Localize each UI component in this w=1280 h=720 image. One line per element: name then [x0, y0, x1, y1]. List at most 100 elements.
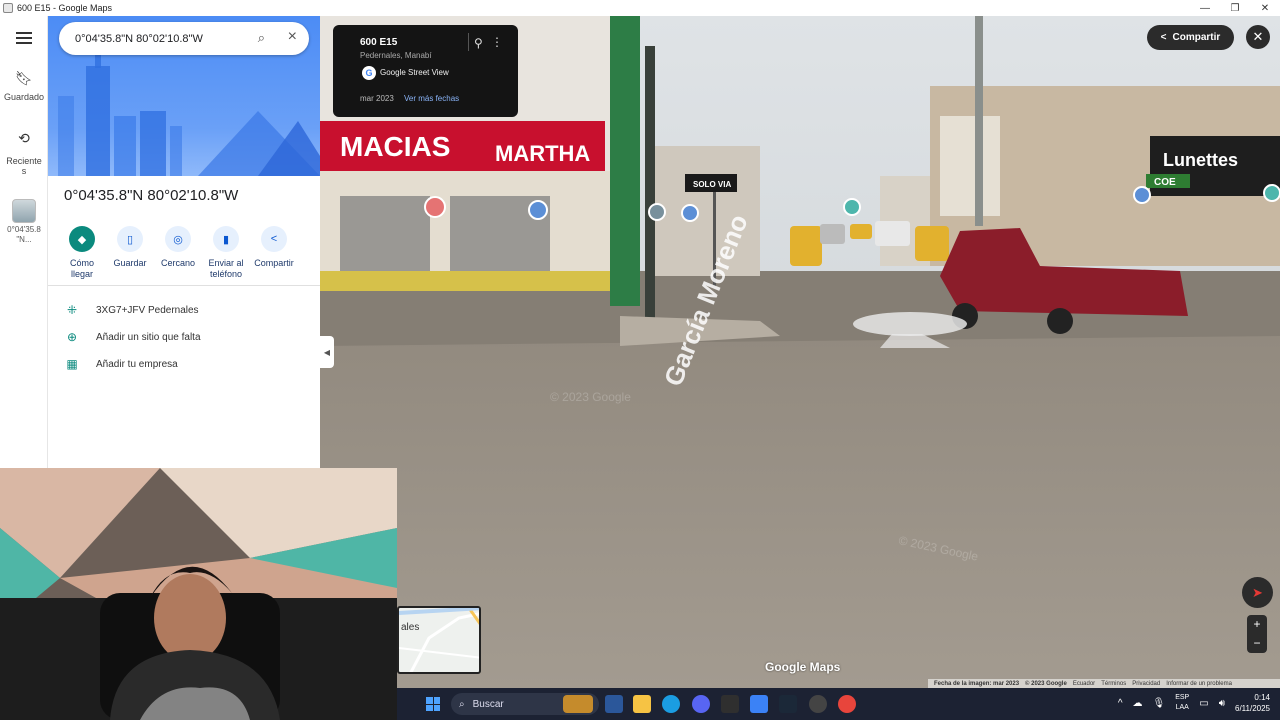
discord-icon[interactable] — [692, 695, 710, 713]
recent-place-label: 0°04'35.8 "N... — [7, 225, 41, 244]
obs-icon[interactable] — [809, 695, 827, 713]
epic-games-icon[interactable] — [721, 695, 739, 713]
language-indicator[interactable]: ESP LAA — [1175, 693, 1189, 713]
close-window-button[interactable]: ✕ — [1250, 0, 1280, 16]
send-to-phone-label: Enviar al teléfono — [208, 258, 244, 279]
keyboard-layout: LAA — [1175, 704, 1189, 711]
location-pin-icon[interactable]: ⚲ — [474, 36, 483, 50]
bookmark-icon: 🔖︎ — [15, 70, 33, 86]
see-more-dates-link[interactable]: Ver más fechas — [404, 94, 459, 103]
plus-code-row[interactable]: ⁜ 3XG7+JFV Pedernales — [64, 303, 199, 317]
clock[interactable]: 0:14 6/11/2025 — [1235, 692, 1270, 714]
one-way-sign: SOLO VIA — [693, 180, 731, 189]
clock-time: 0:14 — [1254, 693, 1270, 702]
zoom-out-button[interactable]: − — [1247, 634, 1267, 653]
compass-icon[interactable]: ➤ — [1242, 577, 1273, 608]
app-icon[interactable] — [750, 695, 768, 713]
plus-code-icon: ⁜ — [66, 303, 78, 317]
add-missing-place-row[interactable]: ⊕ Añadir un sitio que falta — [64, 330, 201, 344]
chevron-up-icon[interactable]: ^ — [1118, 698, 1123, 709]
nearby-label: Cercano — [160, 258, 196, 268]
rail-recent-label: Reciente s — [6, 156, 42, 176]
add-business-icon: ▦ — [66, 357, 78, 371]
app-icon — [3, 3, 13, 13]
rail-saved-button[interactable]: 🔖︎ Guardado — [0, 70, 48, 102]
shop-sign-martha: MARTHA — [495, 141, 590, 166]
place-panel: 0°04'35.8"N 80°02'10.8"W ⌕ × 0°04'35.8"N… — [48, 16, 320, 468]
nearby-button[interactable]: ◎ Cercano — [154, 224, 202, 280]
network-icon[interactable]: ▭ — [1199, 698, 1208, 709]
sv-subtitle: Pedernales, Manabí — [360, 51, 432, 60]
history-icon: ⟲ — [18, 130, 30, 146]
rail-saved-label: Guardado — [3, 92, 45, 102]
sv-date: mar 2023 — [360, 94, 394, 103]
search-highlight-icon — [563, 695, 593, 713]
steam-icon[interactable] — [779, 695, 797, 713]
webcam-video — [0, 468, 397, 720]
language-code: ESP — [1175, 694, 1190, 701]
close-street-view-icon[interactable]: ✕ — [1246, 25, 1270, 49]
chrome-icon[interactable] — [838, 695, 856, 713]
nearby-icon: ◎ — [165, 226, 191, 252]
minimap-roads — [399, 608, 479, 672]
zoom-in-button[interactable]: + — [1247, 615, 1267, 634]
os-taskbar: ⌕ Buscar ^ ☁ 🎙︎ ESP LAA ▭ 🔊︎ 0:14 6/11/2… — [397, 688, 1280, 720]
search-input[interactable]: 0°04'35.8"N 80°02'10.8"W — [75, 33, 203, 45]
privacy-link[interactable]: Privacidad — [1132, 681, 1160, 687]
save-button[interactable]: ▯ Guardar — [106, 224, 154, 280]
sv-title: 600 E15 — [360, 37, 398, 48]
recent-place-thumbnail[interactable] — [12, 199, 36, 223]
edge-icon[interactable] — [662, 695, 680, 713]
share-place-label: Compartir — [254, 258, 294, 268]
share-button[interactable]: < Compartir — [1147, 25, 1234, 50]
zoom-control: + − — [1247, 615, 1267, 653]
window-controls: — ❐ ✕ — [1190, 0, 1280, 16]
taskbar-search-placeholder: Buscar — [472, 698, 504, 710]
report-problem-link[interactable]: Informar de un problema — [1166, 681, 1232, 687]
phone-icon: ▮ — [213, 226, 239, 252]
add-place-icon: ⊕ — [66, 330, 78, 344]
nav-rail: 🔖︎ Guardado ⟲ Reciente s 0°04'35.8 "N... — [0, 16, 48, 468]
directions-label: Cómo llegar — [69, 258, 94, 279]
word-icon[interactable] — [605, 695, 623, 713]
terms-link[interactable]: Términos — [1101, 681, 1126, 687]
menu-icon[interactable] — [16, 32, 32, 44]
copyright: © 2023 Google — [1025, 680, 1067, 687]
shop-sign-lunettes: Lunettes — [1163, 150, 1238, 170]
share-place-button[interactable]: < Compartir — [250, 224, 298, 280]
window-title: 600 E15 - Google Maps — [17, 3, 113, 13]
search-icon: ⌕ — [459, 698, 465, 710]
divider — [48, 285, 320, 286]
collapse-panel-button[interactable]: ◀ — [320, 336, 334, 368]
bookmark-icon: ▯ — [117, 226, 143, 252]
add-business-row[interactable]: ▦ Añadir tu empresa — [64, 357, 177, 371]
save-label: Guardar — [113, 258, 147, 268]
directions-button[interactable]: ◆ Cómo llegar — [58, 224, 106, 280]
minimap[interactable]: ales — [397, 606, 481, 674]
clear-search-icon[interactable]: × — [288, 28, 297, 46]
rail-recent-button[interactable]: ⟲ Reciente s — [0, 123, 48, 176]
share-icon: < — [261, 226, 287, 252]
watermark-1: © 2023 Google — [550, 390, 631, 404]
country-link[interactable]: Ecuador — [1073, 681, 1095, 687]
send-to-phone-button[interactable]: ▮ Enviar al teléfono — [202, 224, 250, 280]
window-titlebar: 600 E15 - Google Maps — ❐ ✕ — [0, 0, 1280, 16]
minimize-button[interactable]: — — [1190, 0, 1220, 16]
taskbar-search[interactable]: ⌕ Buscar — [451, 693, 599, 715]
microphone-icon[interactable]: 🎙︎ — [1153, 698, 1166, 709]
search-icon[interactable]: ⌕ — [258, 30, 265, 46]
image-date: Fecha de la imagen: mar 2023 — [934, 680, 1020, 687]
more-options-icon[interactable]: ⋮ — [491, 35, 503, 49]
add-missing-place-text: Añadir un sitio que falta — [96, 331, 201, 343]
clock-date: 6/11/2025 — [1235, 704, 1270, 713]
search-box[interactable]: 0°04'35.8"N 80°02'10.8"W ⌕ × — [59, 22, 309, 55]
maximize-button[interactable]: ❐ — [1220, 0, 1250, 16]
shop-sign-coe: COE — [1154, 177, 1176, 188]
cloud-icon[interactable]: ☁ — [1133, 698, 1143, 709]
windows-start-icon[interactable] — [426, 697, 440, 711]
file-explorer-icon[interactable] — [633, 695, 651, 713]
place-title: 0°04'35.8"N 80°02'10.8"W — [64, 187, 239, 204]
share-label: Compartir — [1172, 32, 1221, 43]
sv-source: Google Street View — [380, 68, 449, 77]
volume-icon[interactable]: 🔊︎ — [1219, 698, 1225, 709]
